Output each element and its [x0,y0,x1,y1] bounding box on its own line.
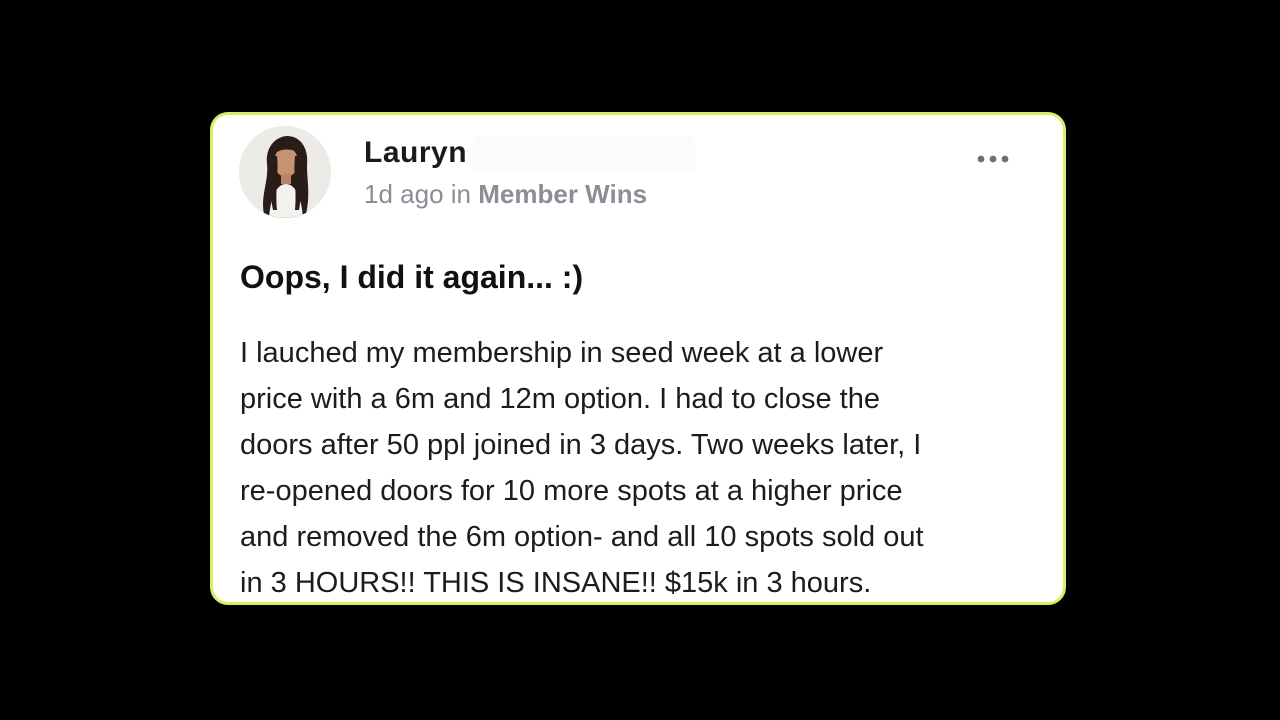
post-body-line: price with a 6m and 12m option. I had to… [240,383,880,415]
post-body-line: re-opened doors for 10 more spots at a h… [240,475,903,507]
avatar-photo [239,126,331,218]
post-meta: 1d ago in Member Wins [364,179,647,210]
author-name[interactable]: Lauryn [364,136,467,170]
post-category[interactable]: Member Wins [478,179,647,209]
name-redaction [473,136,696,170]
author-avatar[interactable] [239,126,331,218]
post-card: Lauryn 1d ago in Member Wins Oops, I did… [210,112,1066,605]
post-body-line: I lauched my membership in seed week at … [240,337,884,369]
author-row: Lauryn [364,133,696,173]
more-horizontal-icon [977,155,1009,163]
post-meta-in: in [450,179,472,209]
post-body-line: doors after 50 ppl joined in 3 days. Two… [240,429,922,461]
more-options-button[interactable] [973,145,1013,173]
post-body-line: and removed the 6m option- and all 10 sp… [240,521,924,553]
post-time: 1d ago [364,179,444,209]
post-body: I lauched my membership in seed week at … [240,330,1060,602]
post-body-line: in 3 HOURS!! THIS IS INSANE!! $15k in 3 … [240,567,872,599]
post-title: Oops, I did it again... :) [240,259,584,295]
